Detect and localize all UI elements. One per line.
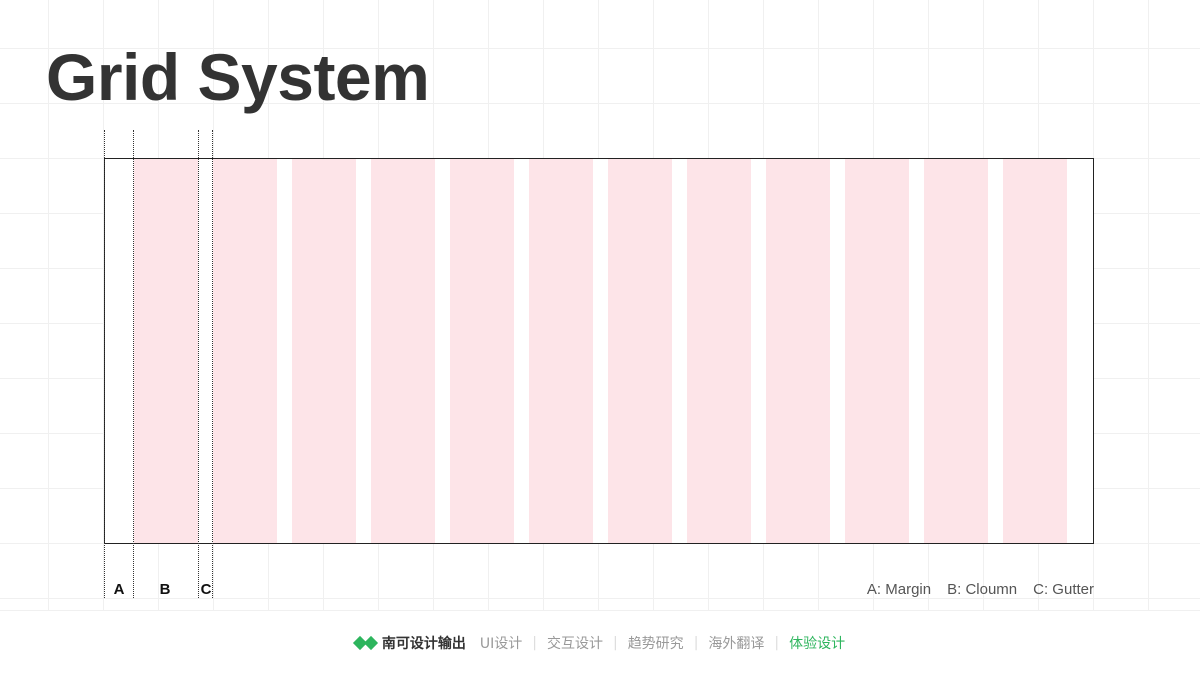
legend: A: Margin B: Cloumn C: Gutter [867, 581, 1094, 598]
nav-divider: | [693, 635, 699, 651]
margin-start-guide [104, 130, 105, 598]
grid-column [1003, 159, 1067, 543]
grid-column [924, 159, 988, 543]
diamond-logo-icon [352, 635, 378, 651]
brand-name: 南可设计输出 [381, 636, 466, 652]
nav-interaction-design[interactable]: 交互设计 [547, 633, 603, 653]
grid-column [371, 159, 435, 543]
grid-frame [104, 158, 1094, 544]
gutter-end-guide [212, 130, 213, 598]
legend-column: B: Cloumn [947, 581, 1018, 598]
nav-ui-design[interactable]: UI设计 [480, 633, 522, 653]
brand[interactable]: 南可设计输出 [352, 633, 466, 653]
nav-experience-design[interactable]: 体验设计 [789, 633, 845, 653]
gutter-start-guide [198, 130, 199, 598]
nav-divider: | [532, 635, 537, 651]
grid-column [845, 159, 909, 543]
page-title: Grid System [46, 40, 430, 114]
grid-column [450, 159, 514, 543]
legend-gutter: C: Gutter [1033, 581, 1094, 598]
legend-margin: A: Margin [866, 581, 932, 598]
margin-end-guide [133, 130, 134, 598]
nav-trend-research[interactable]: 趋势研究 [628, 633, 684, 653]
grid-column [608, 159, 672, 543]
grid-column [529, 159, 593, 543]
grid-column [213, 159, 277, 543]
label-gutter: C [200, 581, 212, 598]
label-margin: A [113, 581, 125, 598]
label-column: B [159, 581, 171, 598]
grid-column [292, 159, 356, 543]
nav-overseas-translation[interactable]: 海外翻译 [708, 633, 764, 653]
nav-divider: | [774, 635, 780, 651]
nav-divider: | [612, 635, 618, 651]
grid-column [766, 159, 830, 543]
footer-nav: 南可设计输出 UI设计 | 交互设计 | 趋势研究 | 海外翻译 | 体验设计 [0, 610, 1200, 675]
grid-column [687, 159, 751, 543]
grid-column [134, 159, 198, 543]
